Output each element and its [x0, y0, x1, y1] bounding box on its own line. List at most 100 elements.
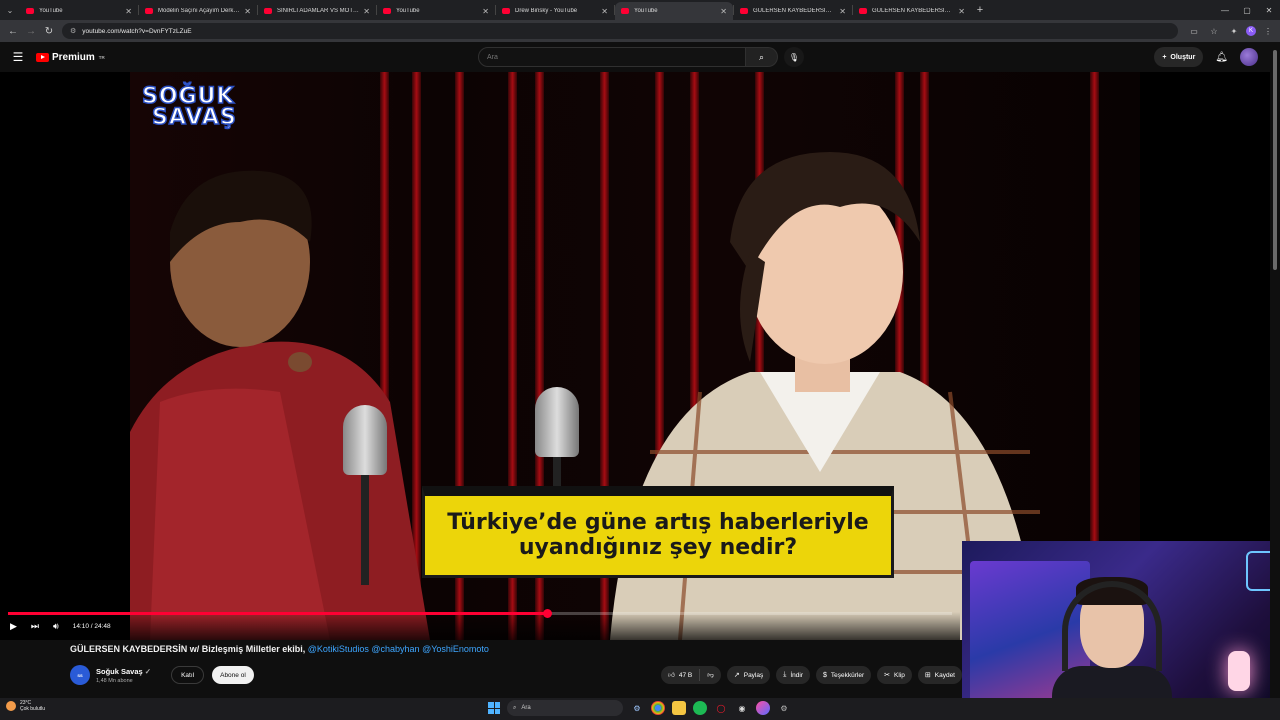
clip-button[interactable]: ✂ Klip: [877, 666, 912, 684]
site-info-icon[interactable]: ⚙: [70, 27, 76, 35]
tab-title: GÜLERSEN KAYBEDERSİN w/ Bi...: [872, 8, 954, 14]
browser-tab[interactable]: YouTube ✕: [377, 2, 495, 20]
caption-line-2: uyandığınız şey nedir?: [518, 534, 798, 560]
steam-icon[interactable]: ⚙: [630, 701, 644, 715]
play-icon[interactable]: ▶: [10, 621, 17, 632]
weather-widget[interactable]: 23°C Çok bulutlu: [6, 700, 45, 712]
download-icon: ⤓: [783, 671, 787, 678]
subscribe-button[interactable]: Abone ol: [212, 666, 254, 684]
obs-icon[interactable]: ◉: [735, 701, 749, 715]
start-menu-icon[interactable]: [488, 702, 500, 714]
thumbs-down-icon: 👎︎: [707, 672, 714, 679]
browser-tab[interactable]: GÜLERSEN KAYBEDERSİN w/ Bi... ✕: [853, 2, 971, 20]
close-tab-icon[interactable]: ✕: [125, 7, 132, 16]
search-input[interactable]: [478, 47, 746, 67]
create-label: Oluştur: [1170, 53, 1196, 61]
cast-icon[interactable]: ▭: [1186, 23, 1202, 39]
settings-icon[interactable]: ⚙: [777, 701, 791, 715]
windows-taskbar: 23°C Çok bulutlu ⌕ Ara ⚙ ◯ ◉ ⚙: [0, 698, 1280, 720]
tab-search-icon[interactable]: ⌄: [0, 0, 20, 20]
share-icon: ↗: [733, 672, 740, 679]
progress-bar[interactable]: [8, 609, 952, 618]
tab-title: YouTube: [396, 8, 420, 14]
time-display: 14:10 / 24:48: [72, 623, 111, 630]
back-icon[interactable]: ←: [4, 22, 22, 40]
youtube-masthead: ☰ Premium TR ⌕ 🎙︎ + Oluştur 🔔︎: [0, 42, 1280, 72]
profile-avatar[interactable]: K: [1246, 26, 1256, 36]
browser-menu-icon[interactable]: ⋮: [1260, 23, 1276, 39]
tab-list: YouTube ✕ Modelin Saçını Açayım Derken... ✕…: [20, 0, 971, 20]
browser-tab[interactable]: YouTube ✕: [615, 2, 733, 20]
taskbar-search[interactable]: ⌕ Ara: [507, 700, 623, 716]
dislike-button[interactable]: 👎︎: [700, 671, 721, 679]
channel-avatar[interactable]: SS: [70, 665, 90, 685]
browser-tab[interactable]: GÜLERSEN KAYBEDERSİN w/ M... ✕: [734, 2, 852, 20]
download-button[interactable]: ⤓ İndir: [776, 666, 811, 684]
file-explorer-icon[interactable]: [672, 701, 686, 715]
video-caption-box: Türkiye’de güne artış haberleriyle uyand…: [422, 486, 894, 578]
progress-played: [8, 612, 548, 615]
next-video-icon[interactable]: ⏭: [31, 621, 39, 632]
create-button[interactable]: + Oluştur: [1154, 47, 1204, 67]
voice-search-button[interactable]: 🎙︎: [784, 47, 804, 67]
page-scrollbar[interactable]: [1270, 42, 1280, 698]
reload-icon[interactable]: ↻: [40, 22, 58, 40]
clip-label: Klip: [894, 671, 905, 679]
browser-tab[interactable]: SİNİRLİ ADAMLAR VS MOTORC... ✕: [258, 2, 376, 20]
scrollbar-thumb[interactable]: [1273, 50, 1277, 270]
maximize-icon[interactable]: ▢: [1236, 0, 1258, 20]
opera-icon[interactable]: ◯: [714, 701, 728, 715]
caption-line-1: Türkiye’de güne artış haberleriyle: [447, 510, 869, 536]
guide-menu-icon[interactable]: ☰: [0, 50, 36, 64]
close-tab-icon[interactable]: ✕: [244, 7, 251, 16]
notifications-bell-icon[interactable]: 🔔︎: [1215, 52, 1228, 63]
tab-title: YouTube: [634, 8, 658, 14]
video-title: GÜLERSEN KAYBEDERSİN w/ Bizleşmiş Millet…: [70, 644, 960, 654]
new-tab-button[interactable]: +: [971, 4, 989, 16]
account-avatar[interactable]: [1240, 48, 1258, 66]
close-tab-icon[interactable]: ✕: [958, 7, 965, 16]
join-button[interactable]: Katıl: [171, 666, 205, 684]
close-tab-icon[interactable]: ✕: [720, 7, 727, 16]
like-button[interactable]: 👍︎ 47 B: [661, 669, 701, 681]
close-tab-icon[interactable]: ✕: [601, 7, 608, 16]
browser-tab[interactable]: Drew Binsky - YouTube ✕: [496, 2, 614, 20]
video-title-text: GÜLERSEN KAYBEDERSİN w/ Bizleşmiş Millet…: [70, 644, 308, 654]
close-tab-icon[interactable]: ✕: [482, 7, 489, 16]
spotify-icon[interactable]: [693, 701, 707, 715]
save-button[interactable]: ⊞ Kaydet: [917, 666, 962, 684]
video-title-mentions[interactable]: @KotikiStudios @chabyhan @YoshiEnomoto: [308, 644, 489, 654]
lamp: [1228, 651, 1250, 691]
headset-icon: [1062, 581, 1162, 671]
tab-title: Drew Binsky - YouTube: [515, 8, 578, 14]
volume-icon[interactable]: 🔊︎: [53, 621, 59, 632]
youtube-favicon-icon: [621, 8, 629, 14]
show-logo-line-2: SAVAŞ: [151, 104, 237, 131]
share-label: Paylaş: [743, 671, 764, 679]
taskbar-search-icon: ⌕: [513, 704, 517, 711]
bookmark-star-icon[interactable]: ☆: [1206, 23, 1222, 39]
download-label: İndir: [790, 671, 804, 679]
minimize-icon[interactable]: —: [1214, 0, 1236, 20]
search-button[interactable]: ⌕: [746, 47, 778, 67]
scrubber-handle[interactable]: [543, 609, 553, 618]
youtube-premium-logo[interactable]: Premium TR: [36, 52, 105, 63]
extensions-icon[interactable]: ✦: [1226, 23, 1242, 39]
browser-tab[interactable]: Modelin Saçını Açayım Derken... ✕: [139, 2, 257, 20]
thanks-button[interactable]: $ Teşekkürler: [816, 666, 872, 684]
close-tab-icon[interactable]: ✕: [839, 7, 846, 16]
share-button[interactable]: ↗ Paylaş: [726, 666, 771, 684]
app-icon[interactable]: [756, 701, 770, 715]
close-tab-icon[interactable]: ✕: [363, 7, 370, 16]
forward-icon[interactable]: →: [22, 22, 40, 40]
url-text: youtube.com/watch?v=DvnFYTzLZuE: [82, 27, 192, 35]
close-window-icon[interactable]: ✕: [1258, 0, 1280, 20]
youtube-favicon-icon: [859, 8, 867, 14]
browser-tab[interactable]: YouTube ✕: [20, 2, 138, 20]
chrome-icon[interactable]: [651, 701, 665, 715]
save-label: Kaydet: [934, 671, 955, 679]
verified-icon: ✓: [144, 666, 152, 676]
studio-microphone-left: [343, 405, 387, 585]
url-field[interactable]: ⚙ youtube.com/watch?v=DvnFYTzLZuE: [62, 23, 1178, 39]
channel-name[interactable]: Soğuk Savaş ✓: [96, 667, 151, 676]
